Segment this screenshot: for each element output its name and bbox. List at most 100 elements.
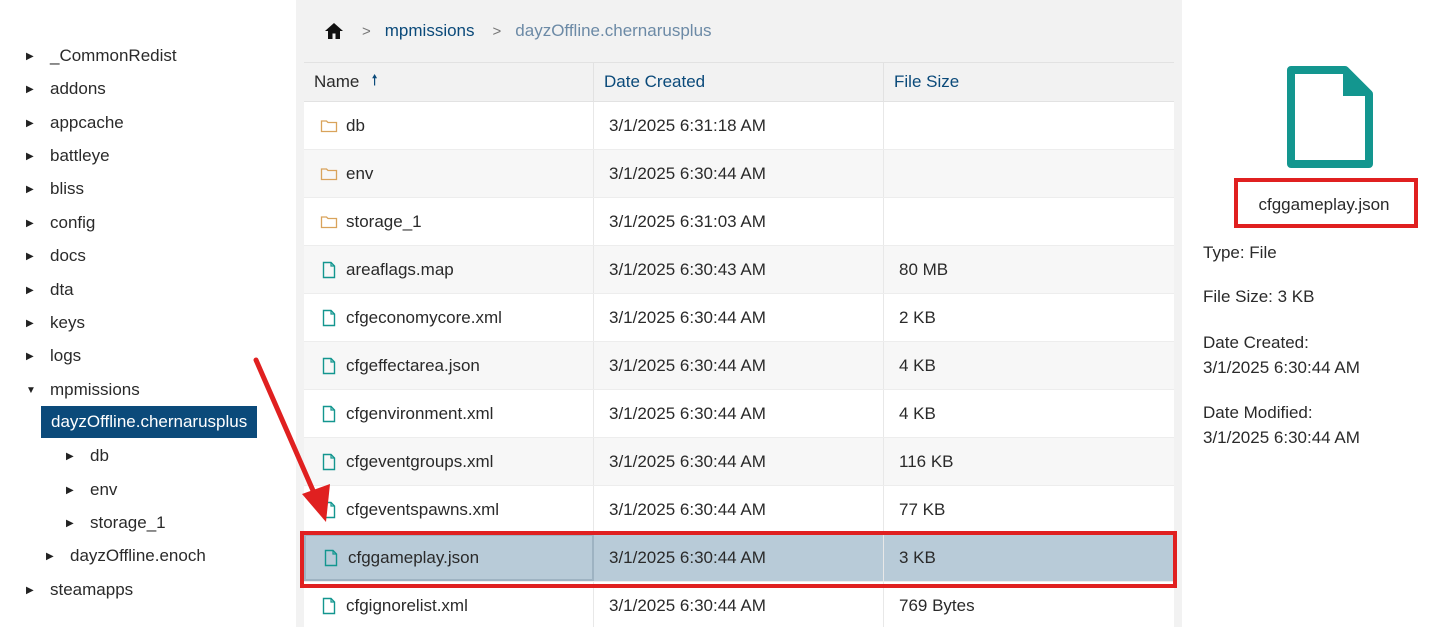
details-date-created-label: Date Created: <box>1203 333 1309 352</box>
table-row-selected[interactable]: cfggameplay.json 3/1/2025 6:30:44 AM 3 KB <box>304 534 1174 582</box>
folder-tree: ▶ _CommonRedist ▶ addons ▶ appcache ▶ ba… <box>0 0 296 627</box>
cell-file-size <box>884 198 1174 245</box>
cell-file-size <box>884 102 1174 149</box>
expand-caret-icon[interactable]: ▶ <box>26 351 50 362</box>
cell-file-size: 769 Bytes <box>884 582 1174 627</box>
tree-item-label: docs <box>50 246 86 265</box>
cell-file-size <box>884 150 1174 197</box>
file-size: 4 KB <box>899 355 936 375</box>
tree-item-dayzoffline-chernarusplus[interactable]: dayzOffline.chernarusplus <box>41 406 258 438</box>
file-browser-main: > mpmissions > dayzOffline.chernarusplus… <box>296 0 1182 627</box>
tree-item-label: logs <box>50 346 82 365</box>
details-file-name: cfggameplay.json <box>1258 195 1390 214</box>
date-created: 3/1/2025 6:30:44 AM <box>609 451 766 471</box>
tree-item-dta[interactable]: ▶ dta <box>26 276 74 304</box>
file-grid: Name 🠕 Date Created File Size db 3/1/2025… <box>304 62 1174 627</box>
expand-caret-icon[interactable]: ▶ <box>26 251 50 262</box>
details-date-created-value: 3/1/2025 6:30:44 AM <box>1203 358 1360 377</box>
cell-date-created: 3/1/2025 6:30:44 AM <box>594 534 884 581</box>
cell-name: areaflags.map <box>304 246 594 293</box>
file-icon <box>320 453 338 471</box>
details-date-modified-value: 3/1/2025 6:30:44 AM <box>1203 428 1360 447</box>
home-icon[interactable] <box>324 21 344 41</box>
cell-name: cfggameplay.json <box>304 534 594 581</box>
cell-file-size: 4 KB <box>884 390 1174 437</box>
cell-file-size: 80 MB <box>884 246 1174 293</box>
tree-item-steamapps[interactable]: ▶ steamapps <box>26 576 133 604</box>
tree-item-env[interactable]: ▶ env <box>66 476 117 504</box>
expand-caret-icon[interactable]: ▶ <box>26 285 50 296</box>
tree-item-bliss[interactable]: ▶ bliss <box>26 175 84 203</box>
file-size: 4 KB <box>899 403 936 423</box>
expand-caret-icon[interactable]: ▶ <box>46 551 70 562</box>
expand-caret-icon[interactable]: ▶ <box>26 84 50 95</box>
cell-date-created: 3/1/2025 6:30:44 AM <box>594 342 884 389</box>
cell-date-created: 3/1/2025 6:30:44 AM <box>594 294 884 341</box>
column-header-file-size[interactable]: File Size <box>884 63 1174 101</box>
expand-caret-icon[interactable]: ▶ <box>66 485 90 496</box>
tree-item-mpmissions[interactable]: ▼ mpmissions <box>26 376 140 404</box>
cell-name: db <box>304 102 594 149</box>
table-row[interactable]: areaflags.map 3/1/2025 6:30:43 AM 80 MB <box>304 246 1174 294</box>
tree-item-docs[interactable]: ▶ docs <box>26 242 86 270</box>
tree-item-label: bliss <box>50 179 85 198</box>
tree-item-label: appcache <box>50 113 124 132</box>
tree-item-commonredist[interactable]: ▶ _CommonRedist <box>26 42 177 70</box>
tree-item-label: keys <box>50 313 85 332</box>
tree-item-keys[interactable]: ▶ keys <box>26 309 85 337</box>
tree-item-appcache[interactable]: ▶ appcache <box>26 109 124 137</box>
date-created: 3/1/2025 6:31:18 AM <box>609 115 766 135</box>
table-row[interactable]: cfgignorelist.xml 3/1/2025 6:30:44 AM 769 … <box>304 582 1174 627</box>
tree-item-label: dayzOffline.chernarusplus <box>51 412 248 431</box>
tree-item-battleye[interactable]: ▶ battleye <box>26 142 110 170</box>
tree-item-addons[interactable]: ▶ addons <box>26 75 106 103</box>
table-row[interactable]: db 3/1/2025 6:31:18 AM <box>304 102 1174 150</box>
cell-name: cfgeventspawns.xml <box>304 486 594 533</box>
table-row[interactable]: cfgeventgroups.xml 3/1/2025 6:30:44 AM 116… <box>304 438 1174 486</box>
cell-file-size: 116 KB <box>884 438 1174 485</box>
table-row[interactable]: cfgeconomycore.xml 3/1/2025 6:30:44 AM 2 K… <box>304 294 1174 342</box>
breadcrumb-link-mpmissions[interactable]: mpmissions <box>385 21 475 41</box>
grid-body: db 3/1/2025 6:31:18 AM env 3/1/2025 6:30:44… <box>304 102 1174 627</box>
file-icon <box>320 501 338 519</box>
table-row[interactable]: storage_1 3/1/2025 6:31:03 AM <box>304 198 1174 246</box>
table-row[interactable]: cfgeffectarea.json 3/1/2025 6:30:44 AM 4 K… <box>304 342 1174 390</box>
file-size: 769 Bytes <box>899 595 975 615</box>
table-row[interactable]: env 3/1/2025 6:30:44 AM <box>304 150 1174 198</box>
tree-item-config[interactable]: ▶ config <box>26 209 95 237</box>
expand-caret-icon[interactable]: ▶ <box>26 218 50 229</box>
column-header-label: File Size <box>894 72 960 91</box>
file-name: cfgignorelist.xml <box>346 595 468 615</box>
expand-caret-icon[interactable]: ▶ <box>26 184 50 195</box>
collapse-caret-icon[interactable]: ▼ <box>26 385 50 396</box>
expand-caret-icon[interactable]: ▶ <box>26 585 50 596</box>
file-icon <box>322 549 340 567</box>
cell-file-size: 3 KB <box>884 534 1174 581</box>
table-row[interactable]: cfgenvironment.xml 3/1/2025 6:30:44 AM 4 K… <box>304 390 1174 438</box>
table-row[interactable]: cfgeventspawns.xml 3/1/2025 6:30:44 AM 77 … <box>304 486 1174 534</box>
chevron-right-icon: > <box>362 22 371 40</box>
tree-item-label: _CommonRedist <box>50 46 177 65</box>
file-icon <box>320 405 338 423</box>
expand-caret-icon[interactable]: ▶ <box>26 318 50 329</box>
tree-item-label: battleye <box>50 146 110 165</box>
column-header-date-created[interactable]: Date Created <box>594 63 884 101</box>
cell-file-size: 77 KB <box>884 486 1174 533</box>
column-header-name[interactable]: Name 🠕 <box>304 63 594 101</box>
expand-caret-icon[interactable]: ▶ <box>26 51 50 62</box>
expand-caret-icon[interactable]: ▶ <box>66 518 90 529</box>
file-icon <box>320 261 338 279</box>
cell-file-size: 4 KB <box>884 342 1174 389</box>
tree-item-label: dayzOffline.enoch <box>70 546 206 565</box>
tree-item-logs[interactable]: ▶ logs <box>26 342 81 370</box>
expand-caret-icon[interactable]: ▶ <box>26 151 50 162</box>
date-created: 3/1/2025 6:30:43 AM <box>609 259 766 279</box>
expand-caret-icon[interactable]: ▶ <box>66 451 90 462</box>
tree-item-dayzoffline-enoch[interactable]: ▶ dayzOffline.enoch <box>46 542 206 570</box>
cell-name: env <box>304 150 594 197</box>
tree-item-storage-1[interactable]: ▶ storage_1 <box>66 509 166 537</box>
expand-caret-icon[interactable]: ▶ <box>26 118 50 129</box>
file-name: storage_1 <box>346 211 422 231</box>
tree-item-db[interactable]: ▶ db <box>66 442 109 470</box>
folder-icon <box>320 117 338 135</box>
